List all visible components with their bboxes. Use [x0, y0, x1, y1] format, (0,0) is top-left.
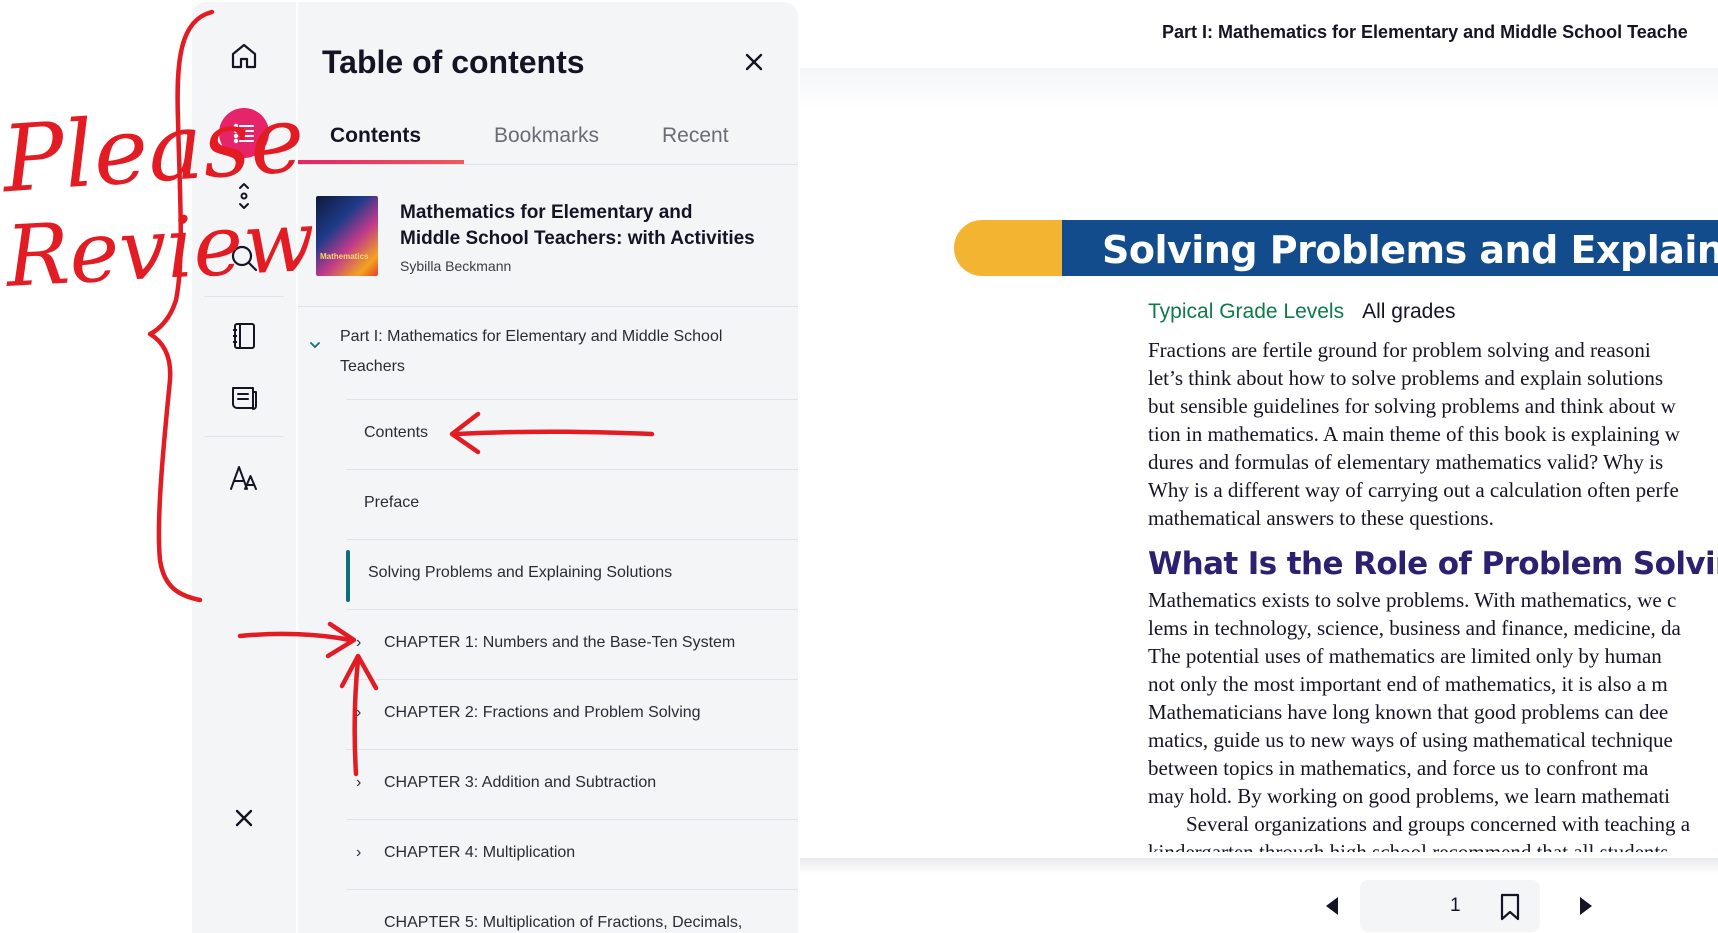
- running-head: Part I: Mathematics for Elementary and M…: [1162, 22, 1688, 42]
- notes-icon: [232, 387, 257, 410]
- toc-title: Table of contents: [322, 44, 585, 80]
- toc-item-label: CHAPTER 4: Multiplication: [384, 844, 576, 861]
- book-title-line: Mathematics for Elementary and: [400, 202, 693, 223]
- text-line: may hold. By working on good problems, w…: [1148, 784, 1670, 808]
- section-heading: What Is the Role of Problem Solving?: [1148, 546, 1718, 582]
- previous-page-icon[interactable]: [1320, 894, 1344, 918]
- text-line: Fractions are fertile ground for problem…: [1148, 338, 1651, 362]
- chevron-right-icon: ›: [356, 774, 362, 791]
- text-line: but sensible guidelines for solving prob…: [1148, 394, 1676, 418]
- next-page-icon[interactable]: [1574, 894, 1598, 918]
- grade-levels: Typical Grade Levels All grades: [1148, 300, 1456, 324]
- page-edge: [800, 858, 1718, 874]
- toc-item-label: CHAPTER 5: Multiplication of Fractions, …: [384, 914, 743, 931]
- toc-item-active[interactable]: Solving Problems and Explaining Solution…: [298, 540, 798, 610]
- expand-collapse-button[interactable]: [216, 168, 272, 224]
- page-number-field[interactable]: 1: [1360, 880, 1540, 932]
- home-button[interactable]: [216, 28, 272, 84]
- toc-item[interactable]: Preface: [298, 470, 798, 540]
- notebook-icon: [233, 323, 255, 349]
- page-navigator: 1: [1320, 880, 1610, 932]
- toc-part-label: Part I: Mathematics for Elementary and M…: [340, 322, 722, 382]
- toc-item-label: Solving Problems and Explaining Solution…: [368, 564, 673, 581]
- expand-collapse-icon: [239, 183, 249, 209]
- tab-contents[interactable]: Contents: [330, 124, 421, 148]
- toc-item[interactable]: Contents: [298, 400, 798, 470]
- toc-part-item[interactable]: Part I: Mathematics for Elementary and M…: [298, 308, 798, 400]
- notebook-button[interactable]: [216, 308, 272, 364]
- toc-item-label: CHAPTER 3: Addition and Subtraction: [384, 774, 657, 791]
- page-number: 1: [1450, 895, 1461, 916]
- toc-chapter-item[interactable]: › CHAPTER 2: Fractions and Problem Solvi…: [298, 680, 798, 750]
- toc-item-label: CHAPTER 1: Numbers and the Base-Ten Syst…: [384, 634, 736, 651]
- grade-value: All grades: [1362, 300, 1456, 323]
- chevron-down-icon: [310, 342, 320, 349]
- chapter-title: Solving Problems and Explaining: [1102, 228, 1718, 272]
- text-line: Several organizations and groups concern…: [1186, 812, 1691, 836]
- tab-bookmarks[interactable]: Bookmarks: [494, 124, 599, 148]
- tab-recent[interactable]: Recent: [662, 124, 729, 148]
- toc-chapter-item[interactable]: CHAPTER 5: Multiplication of Fractions, …: [298, 890, 798, 933]
- toc-item-label: Preface: [364, 494, 420, 511]
- chevron-right-icon: ›: [356, 844, 362, 861]
- toc-chapter-item[interactable]: › CHAPTER 4: Multiplication: [298, 820, 798, 890]
- toc-part-label-line: Teachers: [340, 358, 405, 375]
- close-icon: [235, 809, 253, 827]
- book-title-line: Middle School Teachers: with Activities: [400, 228, 755, 249]
- toc-item-label: Contents: [364, 424, 429, 441]
- text-line: Why is a different way of carrying out a…: [1148, 478, 1679, 502]
- font-size-icon: [230, 466, 257, 490]
- toc-chapter-item[interactable]: › CHAPTER 1: Numbers and the Base-Ten Sy…: [298, 610, 798, 680]
- toc-chapter-item[interactable]: › CHAPTER 3: Addition and Subtraction: [298, 750, 798, 820]
- book-cover: Mathematics: [316, 196, 378, 276]
- book-info: Mathematics Mathematics for Elementary a…: [298, 166, 798, 307]
- text-line: tion in mathematics. A main theme of thi…: [1148, 422, 1680, 446]
- text-line: dures and formulas of elementary mathema…: [1148, 450, 1664, 474]
- notes-button[interactable]: [216, 370, 272, 426]
- intro-paragraph: Fractions are fertile ground for problem…: [1148, 336, 1718, 532]
- text-line: not only the most important end of mathe…: [1148, 672, 1668, 696]
- rail-divider: [204, 296, 284, 297]
- chevron-right-icon: ›: [356, 704, 362, 721]
- text-line: kindergarten through high school recomme…: [1148, 840, 1669, 852]
- toc-part-label-line: Part I: Mathematics for Elementary and M…: [340, 328, 723, 345]
- text-line: Mathematicians have long known that good…: [1148, 700, 1669, 724]
- active-item-indicator: [346, 550, 350, 602]
- grade-label: Typical Grade Levels: [1148, 300, 1345, 323]
- close-icon: [745, 53, 763, 71]
- book-cover-title: Mathematics: [320, 252, 369, 261]
- toc-close-button[interactable]: [734, 42, 774, 82]
- search-button[interactable]: [216, 230, 272, 286]
- toc-tabs: Contents Bookmarks Recent: [298, 102, 798, 165]
- chapter-banner: Solving Problems and Explaining: [954, 220, 1718, 276]
- active-tab-indicator: [298, 160, 464, 164]
- toc-item-label: CHAPTER 2: Fractions and Problem Solving: [384, 704, 701, 721]
- search-icon: [231, 245, 258, 272]
- book-author: Sybilla Beckmann: [400, 258, 512, 274]
- font-size-button[interactable]: [216, 450, 272, 506]
- bookmark-icon[interactable]: [1496, 892, 1524, 922]
- text-line: Mathematics exists to solve problems. Wi…: [1148, 588, 1677, 612]
- text-line: matics, guide us to new ways of using ma…: [1148, 728, 1673, 752]
- toc-list-icon: [233, 123, 254, 144]
- reader-pane: Part I: Mathematics for Elementary and M…: [800, 0, 1718, 933]
- toc-panel: Table of contents Contents Bookmarks Rec…: [298, 2, 798, 933]
- chevron-right-icon: ›: [356, 634, 362, 651]
- close-panel-button[interactable]: [216, 790, 272, 846]
- text-line: let’s think about how to solve problems …: [1148, 366, 1664, 390]
- header-fade: [800, 68, 1718, 108]
- book-title: Mathematics for Elementary and Middle Sc…: [400, 200, 780, 252]
- text-line: mathematical answers to these questions.: [1148, 506, 1494, 530]
- home-icon: [231, 43, 257, 69]
- toc-button[interactable]: [219, 108, 269, 158]
- text-line: lems in technology, science, business an…: [1148, 616, 1681, 640]
- body-paragraph: Mathematics exists to solve problems. Wi…: [1148, 586, 1718, 852]
- navigation-rail: [192, 2, 296, 933]
- text-line: The potential uses of mathematics are li…: [1148, 644, 1662, 668]
- rail-divider: [204, 436, 284, 437]
- text-line: between topics in mathematics, and force…: [1148, 756, 1649, 780]
- banner-accent: [954, 220, 1074, 276]
